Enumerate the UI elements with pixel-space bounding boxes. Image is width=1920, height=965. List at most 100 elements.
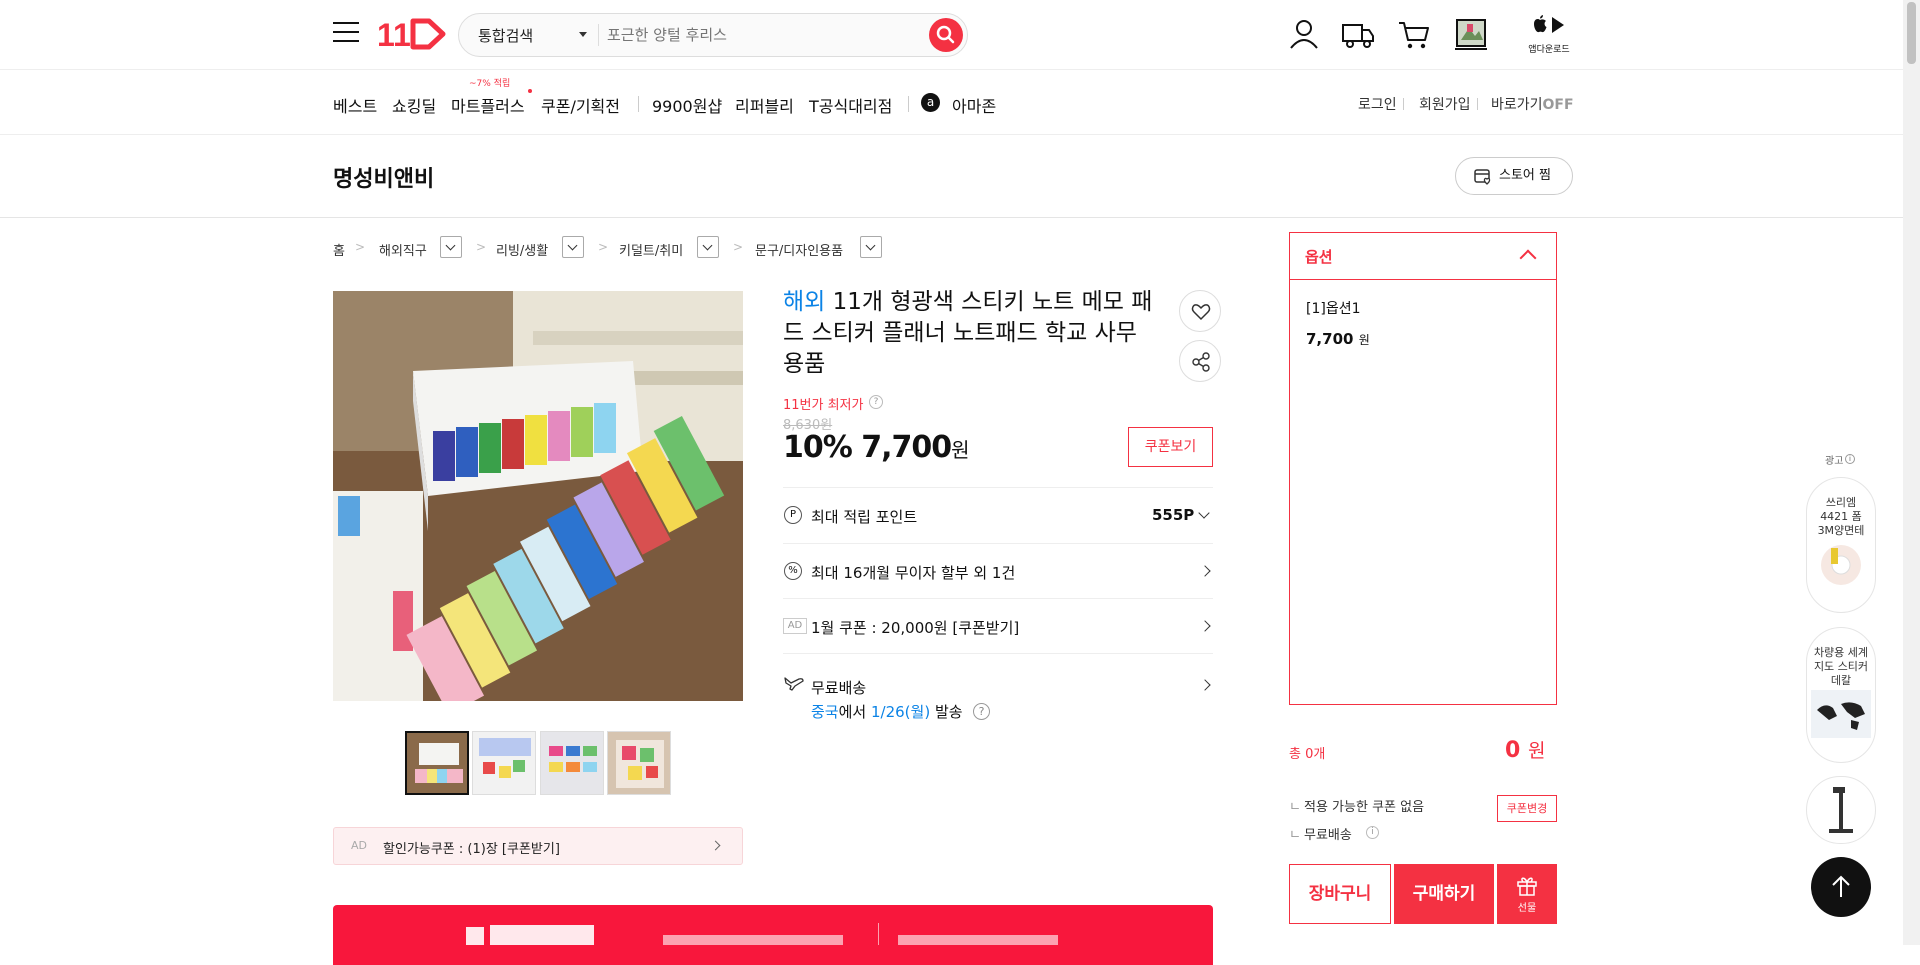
- ship-origin: 중국: [811, 703, 839, 721]
- user-icon[interactable]: [1286, 16, 1322, 52]
- app-download-button[interactable]: 앱다운로드: [1525, 14, 1573, 55]
- side-ad-1[interactable]: 쓰리엠 4421 폼 3M양면테: [1806, 477, 1876, 613]
- nav-item-coupon[interactable]: 쿠폰/기획전: [541, 93, 620, 117]
- thumbnail-1[interactable]: [405, 731, 469, 795]
- mart-points-badge: ~7% 적립: [469, 79, 511, 89]
- scroll-to-top-button[interactable]: [1811, 857, 1871, 917]
- cart-icon[interactable]: [1396, 16, 1432, 52]
- chevron-down-icon[interactable]: [579, 32, 587, 37]
- breadcrumb-separator-icon: >: [598, 240, 609, 254]
- 11st-logo[interactable]: 11: [377, 16, 447, 52]
- breadcrumb-level4[interactable]: 문구/디자인용품: [755, 240, 843, 259]
- store-bar: 명성비앤비 스토어 찜: [0, 135, 1903, 218]
- discount-coupon-banner[interactable]: AD 할인가능쿠폰 : (1)장 [쿠폰받기]: [333, 827, 743, 865]
- breadcrumb-separator-icon: >: [355, 240, 366, 254]
- store-name[interactable]: 명성비앤비: [333, 161, 434, 193]
- ship-end: 발송: [934, 703, 963, 721]
- chevron-right-icon[interactable]: [1199, 679, 1211, 691]
- nav-item-shocking-deal[interactable]: 쇼킹딜: [392, 93, 436, 117]
- thumbnail-4[interactable]: [607, 731, 671, 795]
- discount-rate: 10%: [783, 430, 853, 465]
- add-to-cart-button[interactable]: 장바구니: [1289, 864, 1391, 924]
- total-price-value: 0: [1505, 738, 1521, 763]
- breadcrumb-level3[interactable]: 키덜트/취미: [619, 240, 683, 259]
- breadcrumb-dropdown[interactable]: [440, 236, 462, 258]
- coupon-view-button[interactable]: 쿠폰보기: [1128, 427, 1213, 467]
- search-category-select[interactable]: 통합검색: [478, 25, 533, 46]
- chevron-up-icon[interactable]: [1519, 249, 1537, 267]
- tape-roll-image: [1821, 545, 1861, 585]
- breadcrumb-level1[interactable]: 해외직구: [379, 240, 427, 259]
- promo-banner[interactable]: [333, 905, 1213, 965]
- points-value[interactable]: 555P: [1152, 506, 1194, 524]
- shortcut-label: 바로가기: [1491, 97, 1543, 113]
- search-input[interactable]: [607, 23, 917, 47]
- scrollbar-thumb[interactable]: [1907, 2, 1916, 64]
- arrow-up-icon: [1832, 875, 1850, 897]
- installment-info[interactable]: 최대 16개월 무이자 할부 외 1건: [811, 562, 1015, 583]
- login-link[interactable]: 로그인: [1358, 94, 1397, 114]
- chevron-right-icon[interactable]: [1199, 620, 1211, 632]
- lowest-price-label: 11번가 최저가: [783, 398, 864, 413]
- tree-line-icon: ㄴ: [1289, 800, 1301, 815]
- top-header: 11 통합검색 앱다운로드: [0, 0, 1903, 70]
- total-price-unit: 원: [1527, 740, 1546, 762]
- info-icon[interactable]: i: [1366, 826, 1379, 839]
- page-scrollbar[interactable]: [1903, 0, 1920, 945]
- help-icon[interactable]: ?: [869, 395, 883, 409]
- signup-link[interactable]: 회원가입: [1419, 94, 1471, 114]
- nav-item-amazon[interactable]: 아마존: [952, 93, 996, 117]
- shortcut-state: OFF: [1542, 97, 1574, 113]
- nav-item-9900-shop[interactable]: 9900원샵: [652, 93, 722, 117]
- side-ad-2[interactable]: 차량용 세계지도 스티커 데칼: [1806, 627, 1876, 763]
- side-ad-1-text: 쓰리엠 4421 폼 3M양면테: [1817, 496, 1865, 537]
- apple-playstore-icon: [1534, 15, 1564, 33]
- product-main-image[interactable]: [333, 291, 743, 701]
- free-shipping-text: 무료배송: [1304, 828, 1352, 843]
- info-icon[interactable]: i: [1845, 454, 1855, 464]
- share-button[interactable]: [1179, 340, 1221, 382]
- chevron-right-icon[interactable]: [1199, 565, 1211, 577]
- nav-item-best[interactable]: 베스트: [333, 93, 377, 117]
- thumbnail-3[interactable]: [540, 731, 604, 795]
- coupon-change-button[interactable]: 쿠폰변경: [1497, 795, 1557, 822]
- coupon-none-text: 적용 가능한 쿠폰 없음: [1304, 800, 1425, 815]
- divider: [783, 487, 1213, 488]
- delivery-truck-icon[interactable]: [1340, 16, 1376, 52]
- nav-item-refurb[interactable]: 리퍼블리: [735, 93, 794, 117]
- amazon-icon: a: [921, 93, 940, 112]
- help-icon[interactable]: ?: [973, 703, 990, 720]
- divider: [1403, 98, 1404, 110]
- percent-icon: %: [784, 562, 802, 580]
- option-item-name[interactable]: [1]옵션1: [1306, 298, 1361, 318]
- breadcrumb-dropdown[interactable]: [562, 236, 584, 258]
- breadcrumb-home[interactable]: 홈: [333, 240, 345, 259]
- option-header[interactable]: 옵션: [1289, 232, 1557, 280]
- overseas-tag: 해외: [783, 289, 826, 315]
- divider: [783, 598, 1213, 599]
- breadcrumb-dropdown[interactable]: [860, 236, 882, 258]
- buy-now-button[interactable]: 구매하기: [1394, 864, 1494, 924]
- side-ad-3[interactable]: [1806, 776, 1876, 844]
- store-favorite-button[interactable]: 스토어 찜: [1455, 157, 1573, 195]
- recent-viewed-icon[interactable]: [1453, 16, 1489, 52]
- jan-coupon-link[interactable]: 1월 쿠폰 : 20,000원 [쿠폰받기]: [811, 617, 1019, 638]
- gift-icon: [1517, 877, 1537, 896]
- nav-item-t-official[interactable]: T공식대리점: [809, 93, 892, 117]
- search-icon: [936, 25, 955, 44]
- breadcrumb-level2[interactable]: 리빙/생활: [496, 240, 548, 259]
- hamburger-menu-icon[interactable]: [333, 22, 359, 44]
- breadcrumb-dropdown[interactable]: [697, 236, 719, 258]
- store-heart-icon: [1474, 169, 1491, 185]
- side-ad-2-text: 차량용 세계지도 스티커 데칼: [1813, 646, 1869, 687]
- thumbnail-2[interactable]: [472, 731, 536, 795]
- gift-button[interactable]: 선물: [1497, 864, 1557, 924]
- divider: [1477, 98, 1478, 110]
- store-favorite-label: 스토어 찜: [1499, 168, 1551, 183]
- shortcut-toggle[interactable]: 바로가기OFF: [1491, 94, 1574, 114]
- wishlist-button[interactable]: [1179, 290, 1221, 332]
- chevron-down-icon[interactable]: [1198, 507, 1210, 519]
- nav-item-mart-plus[interactable]: 마트플러스: [451, 93, 525, 117]
- ad-label: 광고: [1825, 456, 1844, 467]
- search-button[interactable]: [929, 18, 963, 52]
